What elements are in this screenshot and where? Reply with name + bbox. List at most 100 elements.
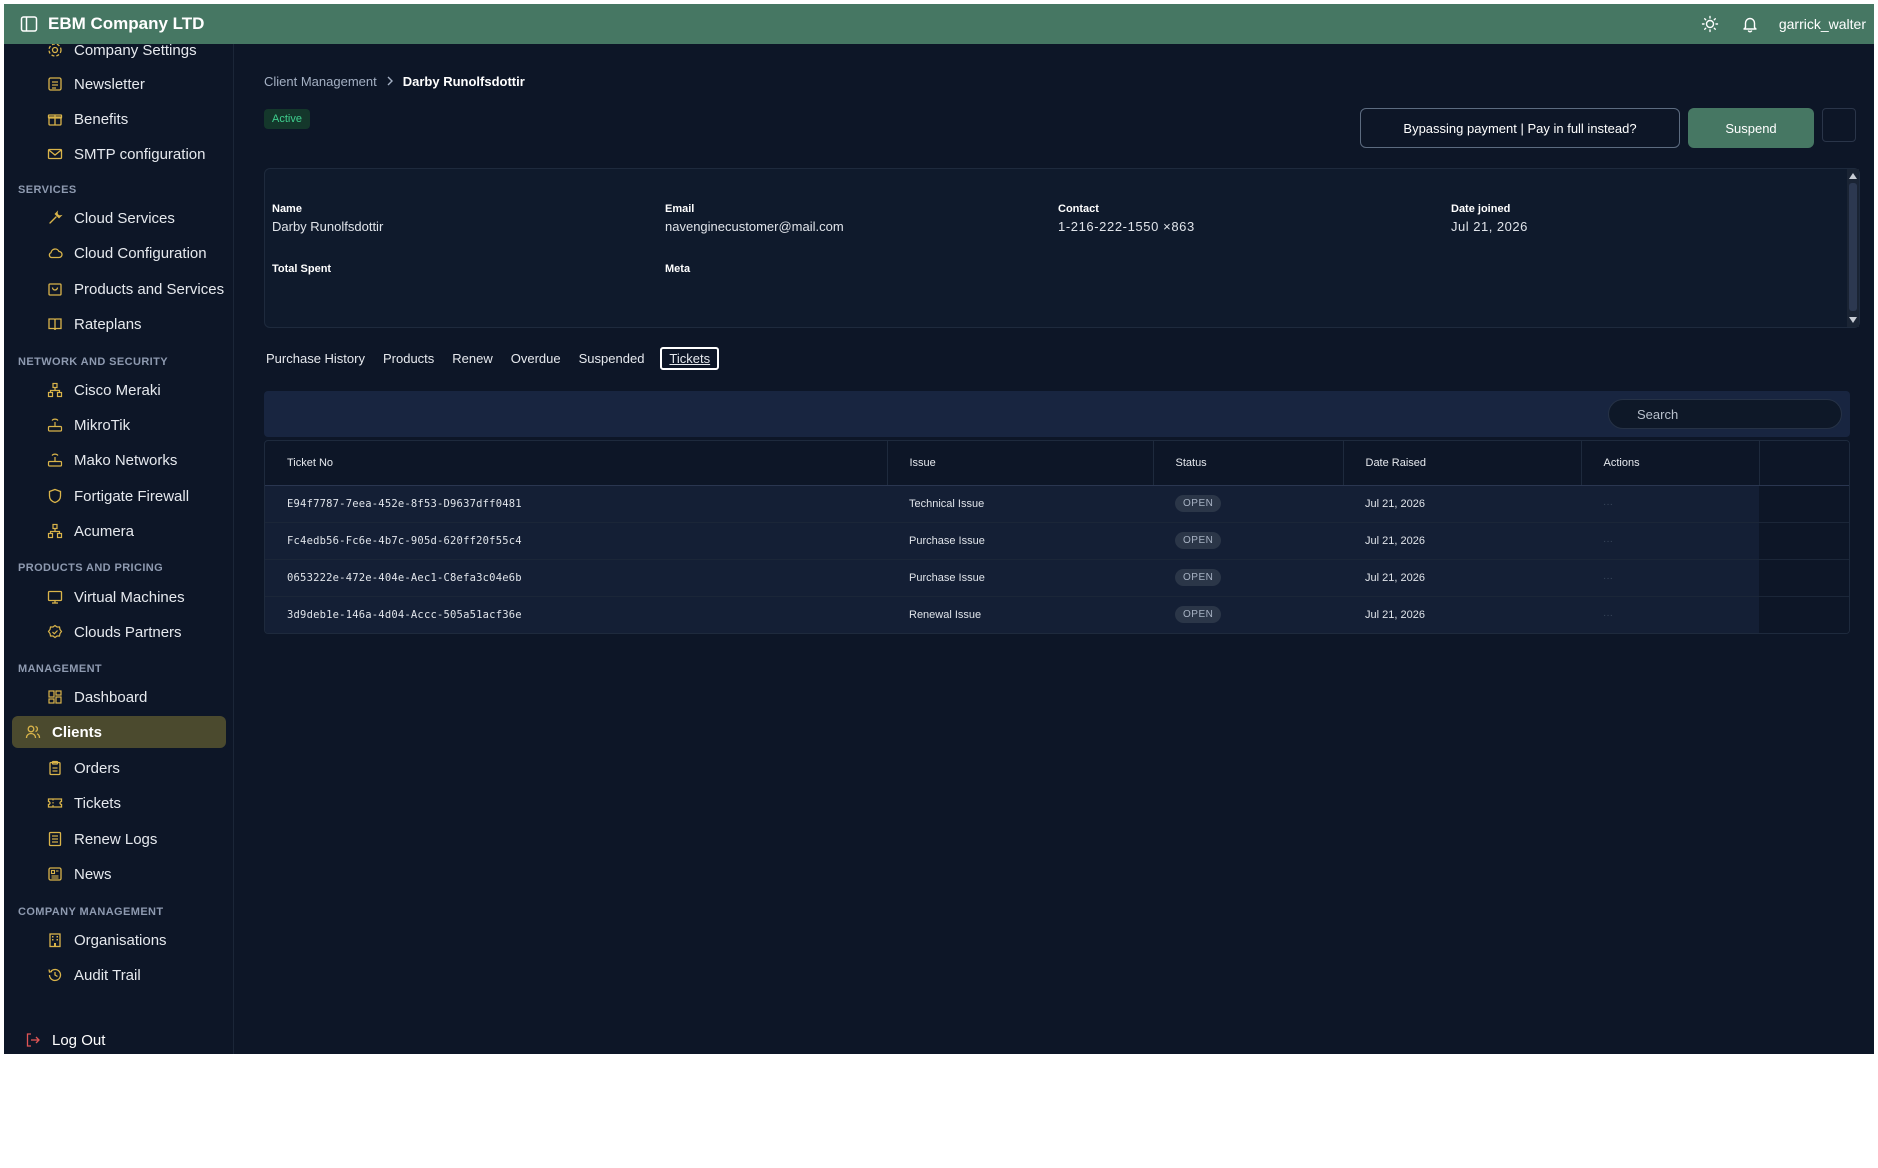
top-bar: EBM Company LTD garrick_walter xyxy=(4,4,1874,44)
sidebar-item-fortigate-firewall[interactable]: Fortigate Firewall xyxy=(12,480,226,512)
sidebar-item-orders[interactable]: Orders xyxy=(12,752,226,784)
sidebar-item-renew-logs[interactable]: Renew Logs xyxy=(12,823,226,855)
sidebar-item-newsletter[interactable]: Newsletter xyxy=(12,68,226,100)
table-header-row: Ticket No Issue Status Date Raised Actio… xyxy=(265,441,1849,486)
sidebar-item-acumera[interactable]: Acumera xyxy=(12,515,226,547)
field-total-spent: Total Spent xyxy=(272,263,332,275)
table-row[interactable]: 0653222e-472e-404e-Aec1-C8efa3c04e6b Pur… xyxy=(265,559,1849,597)
sidebar-item-benefits[interactable]: Benefits xyxy=(12,103,226,135)
ticket-id[interactable]: 0653222e-472e-404e-Aec1-C8efa3c04e6b xyxy=(265,559,887,597)
sidebar-item-dashboard[interactable]: Dashboard xyxy=(12,681,226,713)
sidebar: Company Settings Newsletter Benefits SMT… xyxy=(4,44,234,1054)
more-icon[interactable]: ··· xyxy=(1603,536,1613,547)
router-icon xyxy=(45,450,65,470)
main-content: Client Management Darby Runolfsdottir Ac… xyxy=(234,44,1874,1054)
table-row[interactable]: Fc4edb56-Fc6e-4b7c-905d-620ff20f55c4 Pur… xyxy=(265,522,1849,560)
sidebar-toggle-icon[interactable] xyxy=(18,13,40,35)
user-menu[interactable]: garrick_walter xyxy=(1779,16,1866,32)
tab-products[interactable]: Products xyxy=(381,348,436,369)
book-icon xyxy=(45,314,65,334)
badge-check-icon xyxy=(45,622,65,642)
scroll-thumb[interactable] xyxy=(1849,183,1857,311)
users-icon xyxy=(23,722,43,742)
ticket-id[interactable]: 3d9deb1e-146a-4d04-Accc-505a51acf36e xyxy=(265,596,887,633)
field-email: Email navenginecustomer@mail.com xyxy=(665,203,844,234)
sidebar-item-rateplans[interactable]: Rateplans xyxy=(12,308,226,340)
tab-tickets[interactable]: Tickets xyxy=(660,347,720,370)
sidebar-item-products-and-services[interactable]: Products and Services xyxy=(12,273,226,305)
tab-overdue[interactable]: Overdue xyxy=(509,348,563,369)
ticket-actions[interactable]: ··· xyxy=(1581,596,1759,633)
sidebar-item-cloud-configuration[interactable]: Cloud Configuration xyxy=(12,237,226,269)
sidebar-item-news[interactable]: News xyxy=(12,858,226,890)
more-icon[interactable]: ··· xyxy=(1603,610,1613,621)
newspaper-icon xyxy=(45,864,65,884)
ticket-date: Jul 21, 2026 xyxy=(1343,559,1581,597)
ticket-id[interactable]: Fc4edb56-Fc6e-4b7c-905d-620ff20f55c4 xyxy=(265,522,887,560)
package-icon xyxy=(45,279,65,299)
section-company-management: COMPANY MANAGEMENT xyxy=(18,906,164,918)
bell-icon[interactable] xyxy=(1739,13,1761,35)
more-options-button[interactable] xyxy=(1822,108,1856,142)
sidebar-item-clouds-partners[interactable]: Clouds Partners xyxy=(12,616,226,648)
column-date-raised[interactable]: Date Raised xyxy=(1343,441,1582,486)
scroll-down-icon[interactable] xyxy=(1849,317,1857,323)
building-icon xyxy=(45,930,65,950)
ticket-actions[interactable]: ··· xyxy=(1581,559,1759,597)
sidebar-item-organisations[interactable]: Organisations xyxy=(12,924,226,956)
logout-icon xyxy=(23,1030,43,1050)
gear-icon xyxy=(45,44,65,60)
bypass-payment-button[interactable]: Bypassing payment | Pay in full instead? xyxy=(1360,108,1680,148)
mail-icon xyxy=(45,144,65,164)
field-name: Name Darby Runolfsdottir xyxy=(272,203,384,234)
breadcrumb-current: Darby Runolfsdottir xyxy=(402,74,525,89)
sidebar-item-cisco-meraki[interactable]: Cisco Meraki xyxy=(12,374,226,406)
sidebar-item-tickets[interactable]: Tickets xyxy=(12,787,226,819)
ticket-issue: Technical Issue xyxy=(887,485,1153,523)
column-issue[interactable]: Issue xyxy=(887,441,1154,486)
column-ticket-no[interactable]: Ticket No xyxy=(265,441,888,486)
column-status[interactable]: Status xyxy=(1153,441,1344,486)
sidebar-item-audit-trail[interactable]: Audit Trail xyxy=(12,959,226,991)
sidebar-item-smtp[interactable]: SMTP configuration xyxy=(12,138,226,170)
clipboard-icon xyxy=(45,758,65,778)
card-scrollbar[interactable] xyxy=(1847,169,1859,327)
search-input[interactable] xyxy=(1608,399,1842,429)
client-info-card: Name Darby Runolfsdottir Email navengine… xyxy=(264,168,1860,328)
logout-button[interactable]: Log Out xyxy=(12,1024,105,1054)
table-row[interactable]: E94f7787-7eea-452e-8f53-D9637dff0481 Tec… xyxy=(265,485,1849,523)
more-icon[interactable]: ··· xyxy=(1603,499,1613,510)
tab-suspended[interactable]: Suspended xyxy=(577,348,647,369)
sidebar-item-cloud-services[interactable]: Cloud Services xyxy=(12,202,226,234)
shield-icon xyxy=(45,486,65,506)
tab-purchase-history[interactable]: Purchase History xyxy=(264,348,367,369)
field-date-joined: Date joined Jul 21, 2026 xyxy=(1451,203,1528,234)
sidebar-item-clients[interactable]: Clients xyxy=(12,716,226,748)
ticket-date: Jul 21, 2026 xyxy=(1343,485,1581,523)
ticket-date: Jul 21, 2026 xyxy=(1343,596,1581,633)
breadcrumb-client-management[interactable]: Client Management xyxy=(264,74,377,89)
table-row[interactable]: 3d9deb1e-146a-4d04-Accc-505a51acf36e Ren… xyxy=(265,596,1849,633)
section-network-security: NETWORK AND SECURITY xyxy=(18,356,168,368)
ticket-actions[interactable]: ··· xyxy=(1581,522,1759,560)
status-pill: OPEN xyxy=(1175,532,1222,549)
suspend-button[interactable]: Suspend xyxy=(1688,108,1814,148)
newsletter-icon xyxy=(45,74,65,94)
theme-toggle-sun-icon[interactable] xyxy=(1699,13,1721,35)
sidebar-item-company-settings[interactable]: Company Settings xyxy=(12,44,226,66)
cloud-icon xyxy=(45,243,65,263)
more-icon[interactable]: ··· xyxy=(1603,573,1613,584)
status-pill: OPEN xyxy=(1175,495,1222,512)
ticket-id[interactable]: E94f7787-7eea-452e-8f53-D9637dff0481 xyxy=(265,485,887,523)
log-icon xyxy=(45,829,65,849)
status-pill: OPEN xyxy=(1175,569,1222,586)
sidebar-item-virtual-machines[interactable]: Virtual Machines xyxy=(12,581,226,613)
router-icon xyxy=(45,415,65,435)
ticket-actions[interactable]: ··· xyxy=(1581,485,1759,523)
sidebar-item-mikrotik[interactable]: MikroTik xyxy=(12,409,226,441)
scroll-up-icon[interactable] xyxy=(1849,173,1857,179)
tab-renew[interactable]: Renew xyxy=(450,348,494,369)
tickets-table: Ticket No Issue Status Date Raised Actio… xyxy=(264,440,1850,634)
sidebar-item-mako-networks[interactable]: Mako Networks xyxy=(12,444,226,476)
gift-icon xyxy=(45,109,65,129)
